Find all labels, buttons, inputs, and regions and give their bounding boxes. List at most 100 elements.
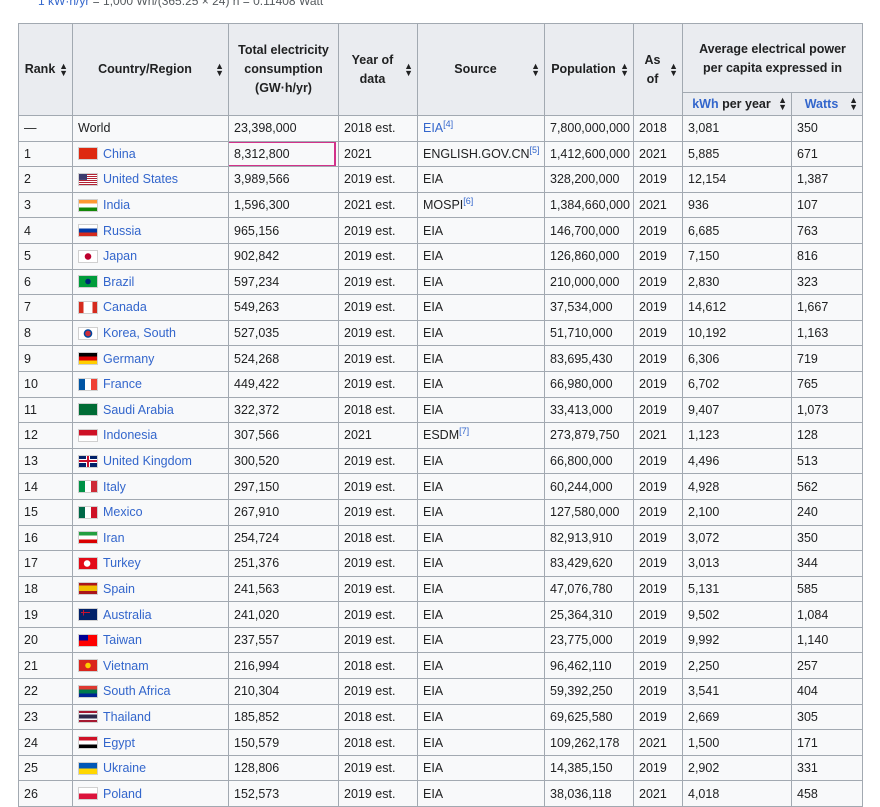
cell-population: 66,800,000 — [544, 447, 634, 475]
sort-arrows-icon[interactable]: ▲ ▼ — [404, 61, 413, 77]
country-link[interactable]: Indonesia — [103, 424, 157, 448]
cell-consumption: 237,557 — [228, 626, 339, 654]
cell-kwh: 4,018 — [682, 780, 792, 807]
sort-arrows-icon[interactable]: ▲ ▼ — [778, 96, 787, 112]
cell-country: China — [72, 140, 229, 168]
country-link[interactable]: Brazil — [103, 270, 134, 294]
country-link[interactable]: Poland — [103, 782, 142, 806]
country-link[interactable]: South Africa — [103, 680, 170, 704]
country-link[interactable]: Germany — [103, 347, 154, 371]
france-flag-icon — [78, 377, 98, 391]
cell-consumption: 251,376 — [228, 550, 339, 577]
cell-country: Poland — [72, 780, 229, 807]
unit-note-link[interactable]: 1 kW·h/yr — [38, 0, 89, 8]
sort-arrows-icon[interactable]: ▲ ▼ — [620, 61, 629, 77]
country-link[interactable]: Russia — [103, 219, 141, 243]
country-link[interactable]: Egypt — [103, 731, 135, 755]
cell-consumption: 322,372 — [228, 396, 339, 424]
country-link[interactable]: United Kingdom — [103, 449, 192, 473]
country-link[interactable]: Canada — [103, 296, 147, 320]
header-watts[interactable]: Watts ▲ ▼ — [790, 92, 864, 116]
table-row: 17 Turkey 251,376 2019 est. EIA 83,429,620 201… — [18, 550, 864, 577]
unit-note-text: = 1,000 Wh/(365.25 × 24) h = 0.11408 Wat… — [89, 0, 324, 8]
country-link[interactable]: United States — [103, 168, 178, 192]
cell-year: 2019 est. — [338, 678, 418, 705]
country-link[interactable]: Iran — [103, 526, 125, 550]
header-consumption[interactable]: Total electricity consumption (GW·h/yr) — [228, 23, 339, 116]
cell-source: ESDM[7] — [417, 422, 545, 449]
country-link[interactable]: Australia — [103, 603, 152, 627]
cell-rank: 23 — [18, 703, 73, 731]
header-as-of[interactable]: As of ▲ ▼ — [633, 23, 683, 116]
country-link[interactable]: Ukraine — [103, 756, 146, 780]
country-link[interactable]: Saudi Arabia — [103, 398, 174, 422]
watts-link[interactable]: Watts — [805, 97, 839, 111]
cell-as-of: 2019 — [633, 601, 683, 628]
sort-arrows-icon[interactable]: ▲ ▼ — [59, 61, 68, 77]
table-row: 11 Saudi Arabia 322,372 2018 est. EIA 33,413,… — [18, 396, 864, 424]
header-population[interactable]: Population ▲ ▼ — [544, 23, 634, 116]
cell-year: 2019 est. — [338, 370, 418, 398]
source-text[interactable]: MOSPI — [423, 198, 463, 212]
source-text: EIA — [423, 735, 444, 750]
cell-watts: 1,140 — [790, 626, 864, 654]
consumption-value: 1,596,300 — [234, 198, 290, 213]
country-link[interactable]: India — [103, 193, 130, 217]
sort-arrows-icon[interactable]: ▲ ▼ — [215, 61, 224, 77]
country-link[interactable]: Italy — [103, 475, 126, 499]
cell-watts: 765 — [790, 370, 864, 398]
cell-source: EIA — [417, 780, 545, 807]
table-row: 25 Ukraine 128,806 2019 est. EIA 14,385,150 20… — [18, 754, 864, 782]
citation-link[interactable]: [7] — [459, 426, 469, 436]
country-link[interactable]: Taiwan — [103, 628, 142, 652]
header-source[interactable]: Source ▲ ▼ — [417, 23, 545, 116]
sort-arrows-icon[interactable]: ▲ ▼ — [669, 61, 678, 77]
sort-arrows-icon[interactable]: ▲ ▼ — [531, 61, 540, 77]
header-rank[interactable]: Rank ▲ ▼ — [18, 23, 73, 116]
cell-population: 7,800,000,000 — [544, 115, 634, 142]
cell-as-of: 2021 — [633, 422, 683, 449]
cell-consumption: 241,020 — [228, 601, 339, 628]
country-link[interactable]: Vietnam — [103, 654, 149, 678]
country-link[interactable]: France — [103, 372, 142, 396]
cell-kwh: 3,072 — [682, 524, 792, 552]
consumption-value: 210,304 — [234, 684, 280, 699]
cell-year: 2019 est. — [338, 319, 418, 347]
source-text[interactable]: ESDM — [423, 428, 459, 442]
cell-as-of: 2019 — [633, 345, 683, 372]
country-link[interactable]: Mexico — [103, 500, 143, 524]
cell-watts: 331 — [790, 754, 864, 782]
cell-year: 2018 est. — [338, 729, 418, 756]
country-link[interactable]: Japan — [103, 244, 137, 268]
consumption-value: 150,579 — [234, 735, 280, 750]
cell-rank: 10 — [18, 370, 73, 398]
electricity-consumption-table: Rank ▲ ▼ Country/Region ▲ ▼ Total electric… — [18, 23, 864, 807]
country-link[interactable]: Spain — [103, 577, 135, 601]
source-text: EIA — [423, 223, 444, 238]
cell-watts: 1,163 — [790, 319, 864, 347]
source-text: EIA — [423, 684, 444, 699]
cell-source: EIA — [417, 754, 545, 782]
country-link[interactable]: Turkey — [103, 552, 141, 576]
citation-link[interactable]: [5] — [530, 145, 540, 155]
cell-country: Mexico — [72, 498, 229, 526]
sort-arrows-icon[interactable]: ▲ ▼ — [849, 96, 858, 112]
citation-link[interactable]: [4] — [443, 119, 453, 129]
kwh-link[interactable]: kWh — [692, 97, 718, 111]
brazil-flag-icon — [78, 275, 98, 289]
header-kwh-per-year[interactable]: kWh per year ▲ ▼ — [682, 92, 792, 116]
country-link[interactable]: Korea, South — [103, 321, 176, 345]
country-link[interactable]: China — [103, 142, 136, 166]
header-country[interactable]: Country/Region ▲ ▼ — [72, 23, 229, 116]
source-text[interactable]: ENGLISH.GOV.CN — [423, 147, 530, 161]
cell-rank: 11 — [18, 396, 73, 424]
cell-source: EIA — [417, 729, 545, 756]
uk-flag-icon — [78, 454, 98, 468]
citation-link[interactable]: [6] — [463, 196, 473, 206]
source-text: EIA — [423, 633, 444, 648]
source-text[interactable]: EIA — [423, 121, 443, 135]
cell-consumption: 216,994 — [228, 652, 339, 680]
table-row: 19 Australia 241,020 2019 est. EIA 25,364,310… — [18, 601, 864, 628]
header-year[interactable]: Year of data ▲ ▼ — [338, 23, 418, 116]
country-link[interactable]: Thailand — [103, 705, 151, 729]
